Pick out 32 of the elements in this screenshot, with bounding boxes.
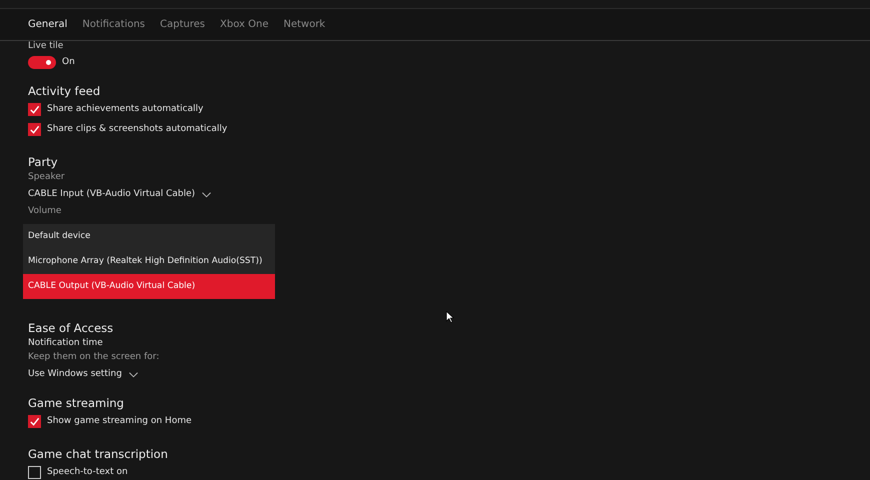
dropdown-option[interactable]: Microphone Array (Realtek High Definition Audio(SST))	[23, 249, 275, 274]
toggle-switch[interactable]	[28, 56, 56, 68]
checkbox[interactable]	[28, 122, 41, 136]
tab[interactable]: Xbox One	[220, 19, 268, 30]
setting-hint: Keep them on the screen for:	[28, 351, 160, 364]
chevron-down-icon	[128, 372, 138, 378]
section-heading: Game streaming	[28, 396, 124, 411]
mouse-pointer-icon	[446, 311, 454, 323]
dropdown-option[interactable]: Default device	[23, 224, 275, 249]
checkbox[interactable]	[28, 414, 41, 428]
section-heading: Party	[28, 155, 58, 170]
checkbox[interactable]	[28, 102, 41, 116]
checkbox-label: Share achievements automatically	[47, 104, 204, 114]
field-label: Speaker	[28, 171, 65, 184]
tab[interactable]: Captures	[160, 19, 205, 30]
checkbox-label: Speech-to-text on	[47, 467, 128, 477]
chevron-down-icon	[202, 192, 212, 198]
speaker-dropdown[interactable]: CABLE Input (VB-Audio Virtual Cable)	[28, 185, 212, 204]
toggle-label: On	[62, 57, 75, 67]
tab[interactable]: Notifications	[82, 19, 146, 30]
checkbox-label: Share clips & screenshots automatically	[47, 124, 228, 134]
notification-time-dropdown[interactable]: Use Windows setting	[28, 365, 138, 384]
section-heading: Activity feed	[28, 84, 100, 99]
dropdown-option[interactable]: CABLE Output (VB-Audio Virtual Cable)	[23, 274, 275, 299]
checkbox-label: Show game streaming on Home	[47, 416, 192, 426]
section-heading: Ease of Access	[28, 321, 114, 336]
section-heading: Live tile	[28, 41, 64, 52]
field-label: Volume	[28, 205, 62, 218]
tab[interactable]: Network	[283, 19, 326, 30]
section-heading: Game chat transcription	[28, 447, 168, 462]
setting-label: Notification time	[28, 337, 103, 350]
tab[interactable]: General	[28, 19, 68, 30]
